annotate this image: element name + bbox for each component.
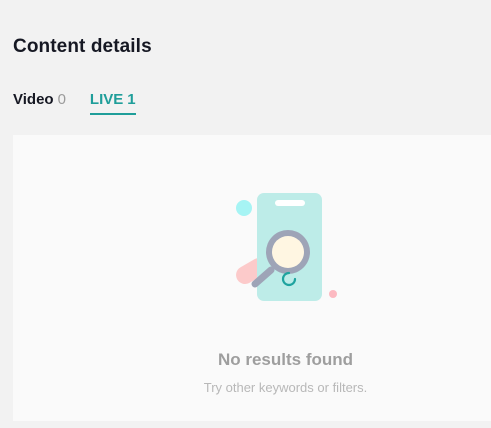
empty-state-subtitle: Try other keywords or filters. — [203, 380, 368, 395]
tab-video[interactable]: Video 0 — [13, 91, 66, 115]
results-panel: No results found Try other keywords or f… — [13, 135, 491, 421]
tab-video-label: Video — [13, 91, 54, 108]
tab-video-count: 0 — [57, 91, 66, 108]
page-title: Content details — [13, 36, 152, 57]
no-results-illustration — [233, 190, 343, 305]
empty-state-title: No results found — [217, 350, 354, 369]
tab-live[interactable]: LIVE 1 — [89, 91, 136, 115]
content-tabs: Video 0 LIVE 1 — [13, 91, 136, 115]
tab-live-label: LIVE — [89, 91, 124, 108]
tab-live-count: 1 — [127, 91, 136, 108]
